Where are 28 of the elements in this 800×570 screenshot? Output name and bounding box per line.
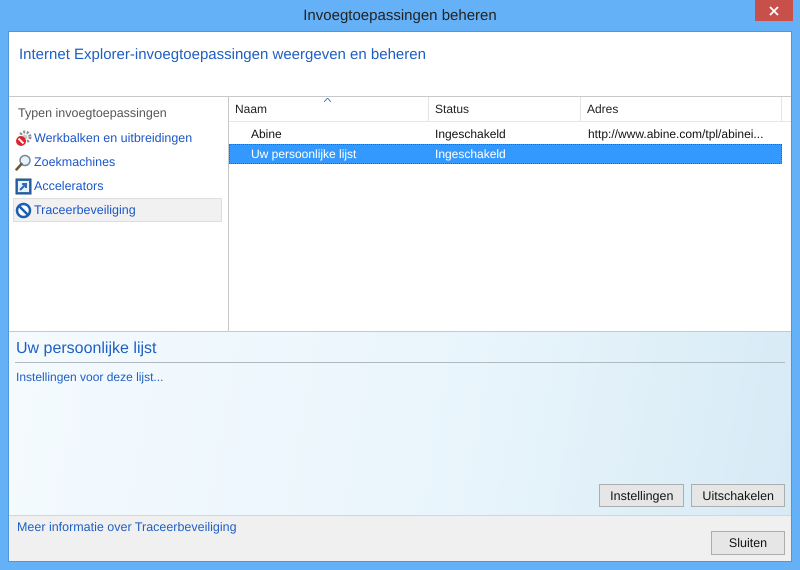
prohibited-icon	[15, 202, 32, 218]
close-icon	[769, 6, 779, 16]
table-cell-text: Abine	[250, 127, 283, 141]
column-header[interactable]: Adres	[581, 97, 782, 121]
sidebar-heading: Typen invoegtoepassingen	[17, 106, 168, 122]
column-header[interactable]: Status	[429, 97, 581, 121]
window-title: Invoegtoepassingen beheren	[303, 7, 497, 24]
close-dialog-button[interactable]: Sluiten	[711, 531, 785, 555]
blocked-gear-icon	[15, 130, 32, 146]
table-cell-text: http://www.abine.com/tpl/abinei...	[587, 127, 764, 141]
info-link[interactable]: Meer informatie over Traceerbeveiliging	[17, 520, 237, 534]
category-item[interactable]: Traceerbeveiliging	[13, 198, 222, 222]
details-title: Uw persoonlijke lijst	[15, 340, 785, 363]
table-cell-text: Uw persoonlijke lijst	[250, 147, 358, 161]
header-text: Internet Explorer-invoegtoepassingen weergeven en beheren	[19, 46, 426, 63]
category-item[interactable]: Zoekmachines	[13, 150, 222, 174]
table-cell-text: Ingeschakeld	[434, 127, 507, 141]
category-item[interactable]: Accelerators	[13, 174, 222, 198]
action-button[interactable]: Uitschakelen	[691, 484, 785, 507]
category-item[interactable]: Werkbalken en uitbreidingen	[13, 126, 222, 150]
column-header[interactable]: Naam	[229, 97, 429, 121]
search-icon	[15, 154, 32, 170]
arrow-box-icon	[15, 178, 32, 194]
settings-link[interactable]: Instellingen voor deze lijst...	[16, 370, 164, 384]
table-cell-text: Ingeschakeld	[434, 147, 507, 161]
close-button[interactable]	[755, 0, 793, 21]
action-button[interactable]: Instellingen	[599, 484, 684, 507]
table-row[interactable]: Abine Ingeschakeld http://www.abine.com/tpl/abinei...	[229, 124, 782, 144]
